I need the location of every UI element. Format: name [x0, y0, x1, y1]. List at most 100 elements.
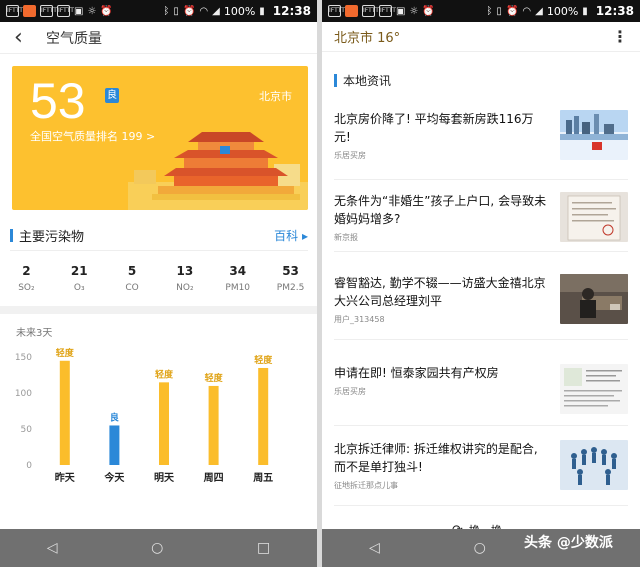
palace-illustration: [128, 132, 308, 210]
news-thumbnail: [560, 440, 628, 490]
app-notification-icon: [23, 5, 36, 17]
encyclopedia-link[interactable]: 百科 ▸: [274, 227, 308, 244]
x-tick-label: 周五: [253, 472, 273, 484]
aqi-level-badge: 良: [105, 88, 119, 103]
battery-percent: 100%: [546, 4, 579, 18]
bar-value-label: 轻度: [205, 372, 224, 384]
bar-value-label: 轻度: [56, 347, 75, 359]
ifttt-icon: IFTTT: [328, 5, 345, 17]
pollutants-header: 主要污染物 百科 ▸: [10, 226, 308, 245]
x-tick-label: 今天: [103, 471, 125, 484]
page-title: 空气质量: [46, 30, 102, 47]
ifttt-icon: IFTTT: [40, 5, 57, 17]
section-marker: [10, 229, 13, 242]
pollutant-name: NO₂: [176, 283, 194, 293]
clock: 12:38: [595, 4, 634, 18]
y-tick-label: 150: [15, 353, 32, 363]
pollutant-value: 34: [229, 264, 247, 278]
pollutant-value: 53: [282, 264, 299, 278]
bar-value-label: 良: [110, 411, 119, 423]
news-title: 北京拆迁律师: 拆迁维权讲究的是配合, 而不是单打独斗!: [334, 442, 538, 474]
aqi-value: 53: [30, 73, 86, 129]
news-thumbnail: [560, 274, 628, 324]
alarm-icon: ⏰: [422, 5, 435, 17]
aqi-card[interactable]: 53 良 北京市 全国空气质量排名 199 >: [12, 66, 308, 210]
news-thumbnail: [560, 192, 628, 242]
bar: [109, 425, 120, 465]
bar: [208, 385, 219, 465]
toolbar: ‹ 空气质量: [0, 22, 317, 54]
pollutant-value: 13: [176, 264, 194, 278]
bluetooth-icon: ᛒ: [163, 5, 170, 17]
news-item[interactable]: 北京拆迁律师: 拆迁维权讲究的是配合, 而不是单打独斗! 征地拆迁那点儿事: [334, 440, 628, 506]
forecast-label: 未来3天: [16, 328, 53, 339]
bar-value-label: 轻度: [155, 368, 174, 380]
signal-icon: ◢: [212, 5, 220, 17]
pollutant-name: SO₂: [18, 283, 35, 293]
nav-home-icon[interactable]: ○: [151, 540, 163, 556]
alarm-icon: ⏰: [505, 5, 519, 17]
pollutant-name: O₃: [73, 283, 85, 293]
nav-back-icon[interactable]: ◁: [47, 540, 58, 556]
local-news-header: 本地资讯: [334, 72, 391, 89]
nav-home-icon[interactable]: ○: [474, 540, 486, 556]
pollutant-name: CO: [125, 283, 139, 293]
pollutant-item: 21 O₃: [53, 264, 106, 293]
x-tick-label: 昨天: [55, 471, 76, 484]
news-item[interactable]: 无条件为“非婚生”孩子上户口, 会导致未婚妈妈增多? 新京报: [334, 192, 628, 252]
alarm-icon: ⏰: [100, 5, 113, 17]
pollutant-item: 13 NO₂: [158, 264, 211, 293]
pollutant-item: 5 CO: [106, 264, 159, 293]
pollutant-name: PM10: [225, 283, 251, 293]
alarm-icon: ⏰: [182, 5, 196, 17]
news-item[interactable]: 申请在即! 恒泰家园共有产权房 乐居买房: [334, 364, 628, 426]
status-bar: IFTTT IFTTT IFTTT ▣ ☼ ⏰ ᛒ ▯ ⏰ ◠ ◢ 100% ▮…: [0, 0, 317, 22]
air-quality-screen: IFTTT IFTTT IFTTT ▣ ☼ ⏰ ᛒ ▯ ⏰ ◠ ◢ 100% ▮…: [0, 0, 317, 567]
news-item[interactable]: 睿智豁达, 勤学不辍——访盛大金禧北京大兴公司总经理刘平 用户_313458: [334, 274, 628, 340]
news-item[interactable]: 北京房价降了! 平均每套新房跌116万元! 乐居买房: [334, 110, 628, 180]
status-bar: IFTTT IFTTT IFTTT ▣ ☼ ⏰ ᛒ ▯ ⏰ ◠ ◢ 100% ▮…: [322, 0, 640, 22]
pollutant-value: 2: [22, 264, 31, 278]
clock: 12:38: [272, 4, 311, 18]
news-source: 征地拆迁那点儿事: [334, 481, 398, 490]
vibrate-icon: ▯: [496, 5, 502, 17]
ifttt-icon: IFTTT: [57, 5, 74, 17]
news-source: 新京报: [334, 233, 358, 242]
pollutant-item: 34 PM10: [211, 264, 264, 293]
pollutant-name: PM2.5: [276, 283, 305, 293]
app-notification-icon: [345, 5, 358, 17]
x-tick-label: 明天: [154, 472, 175, 484]
wifi-icon: ◠: [522, 5, 532, 17]
section-gap: [0, 306, 317, 314]
forecast-bar-chart: 0 50 100 150 轻度昨天 良今天 轻度明天 轻度周四 轻度周五: [15, 347, 273, 484]
nav-back-icon[interactable]: ◁: [369, 540, 380, 556]
news-source: 乐居买房: [334, 151, 366, 160]
screenshot-root: IFTTT IFTTT IFTTT ▣ ☼ ⏰ ᛒ ▯ ⏰ ◠ ◢ 100% ▮…: [0, 0, 640, 567]
image-icon: ▣: [74, 5, 84, 17]
brightness-icon: ☼: [409, 5, 419, 17]
battery-icon: ▮: [259, 5, 265, 17]
back-arrow-icon[interactable]: ‹: [14, 25, 36, 50]
city-weather-title[interactable]: 北京市 16°: [334, 27, 400, 46]
bar: [258, 367, 269, 465]
section-marker: [334, 74, 337, 87]
bar: [159, 382, 169, 465]
x-tick-label: 周四: [204, 472, 224, 484]
brightness-icon: ☼: [87, 5, 97, 17]
news-title: 北京房价降了! 平均每套新房跌116万元!: [334, 112, 534, 144]
ifttt-icon: IFTTT: [6, 5, 23, 17]
news-source: 乐居买房: [334, 387, 366, 396]
nav-recents-icon[interactable]: □: [257, 540, 270, 556]
watermark: 头条 @少数派: [524, 535, 613, 551]
news-title: 申请在即! 恒泰家园共有产权房: [334, 366, 499, 380]
vibrate-icon: ▯: [173, 5, 179, 17]
android-nav-bar: ◁ ○ □: [0, 529, 317, 567]
pollutant-item: 53 PM2.5: [264, 264, 317, 293]
more-vertical-icon[interactable]: ⋮: [612, 27, 628, 46]
news-title: 睿智豁达, 勤学不辍——访盛大金禧北京大兴公司总经理刘平: [334, 276, 546, 308]
bluetooth-icon: ᛒ: [486, 5, 493, 17]
ifttt-icon: IFTTT: [379, 5, 396, 17]
divider: [10, 250, 308, 251]
image-icon: ▣: [396, 5, 406, 17]
wifi-icon: ◠: [199, 5, 209, 17]
